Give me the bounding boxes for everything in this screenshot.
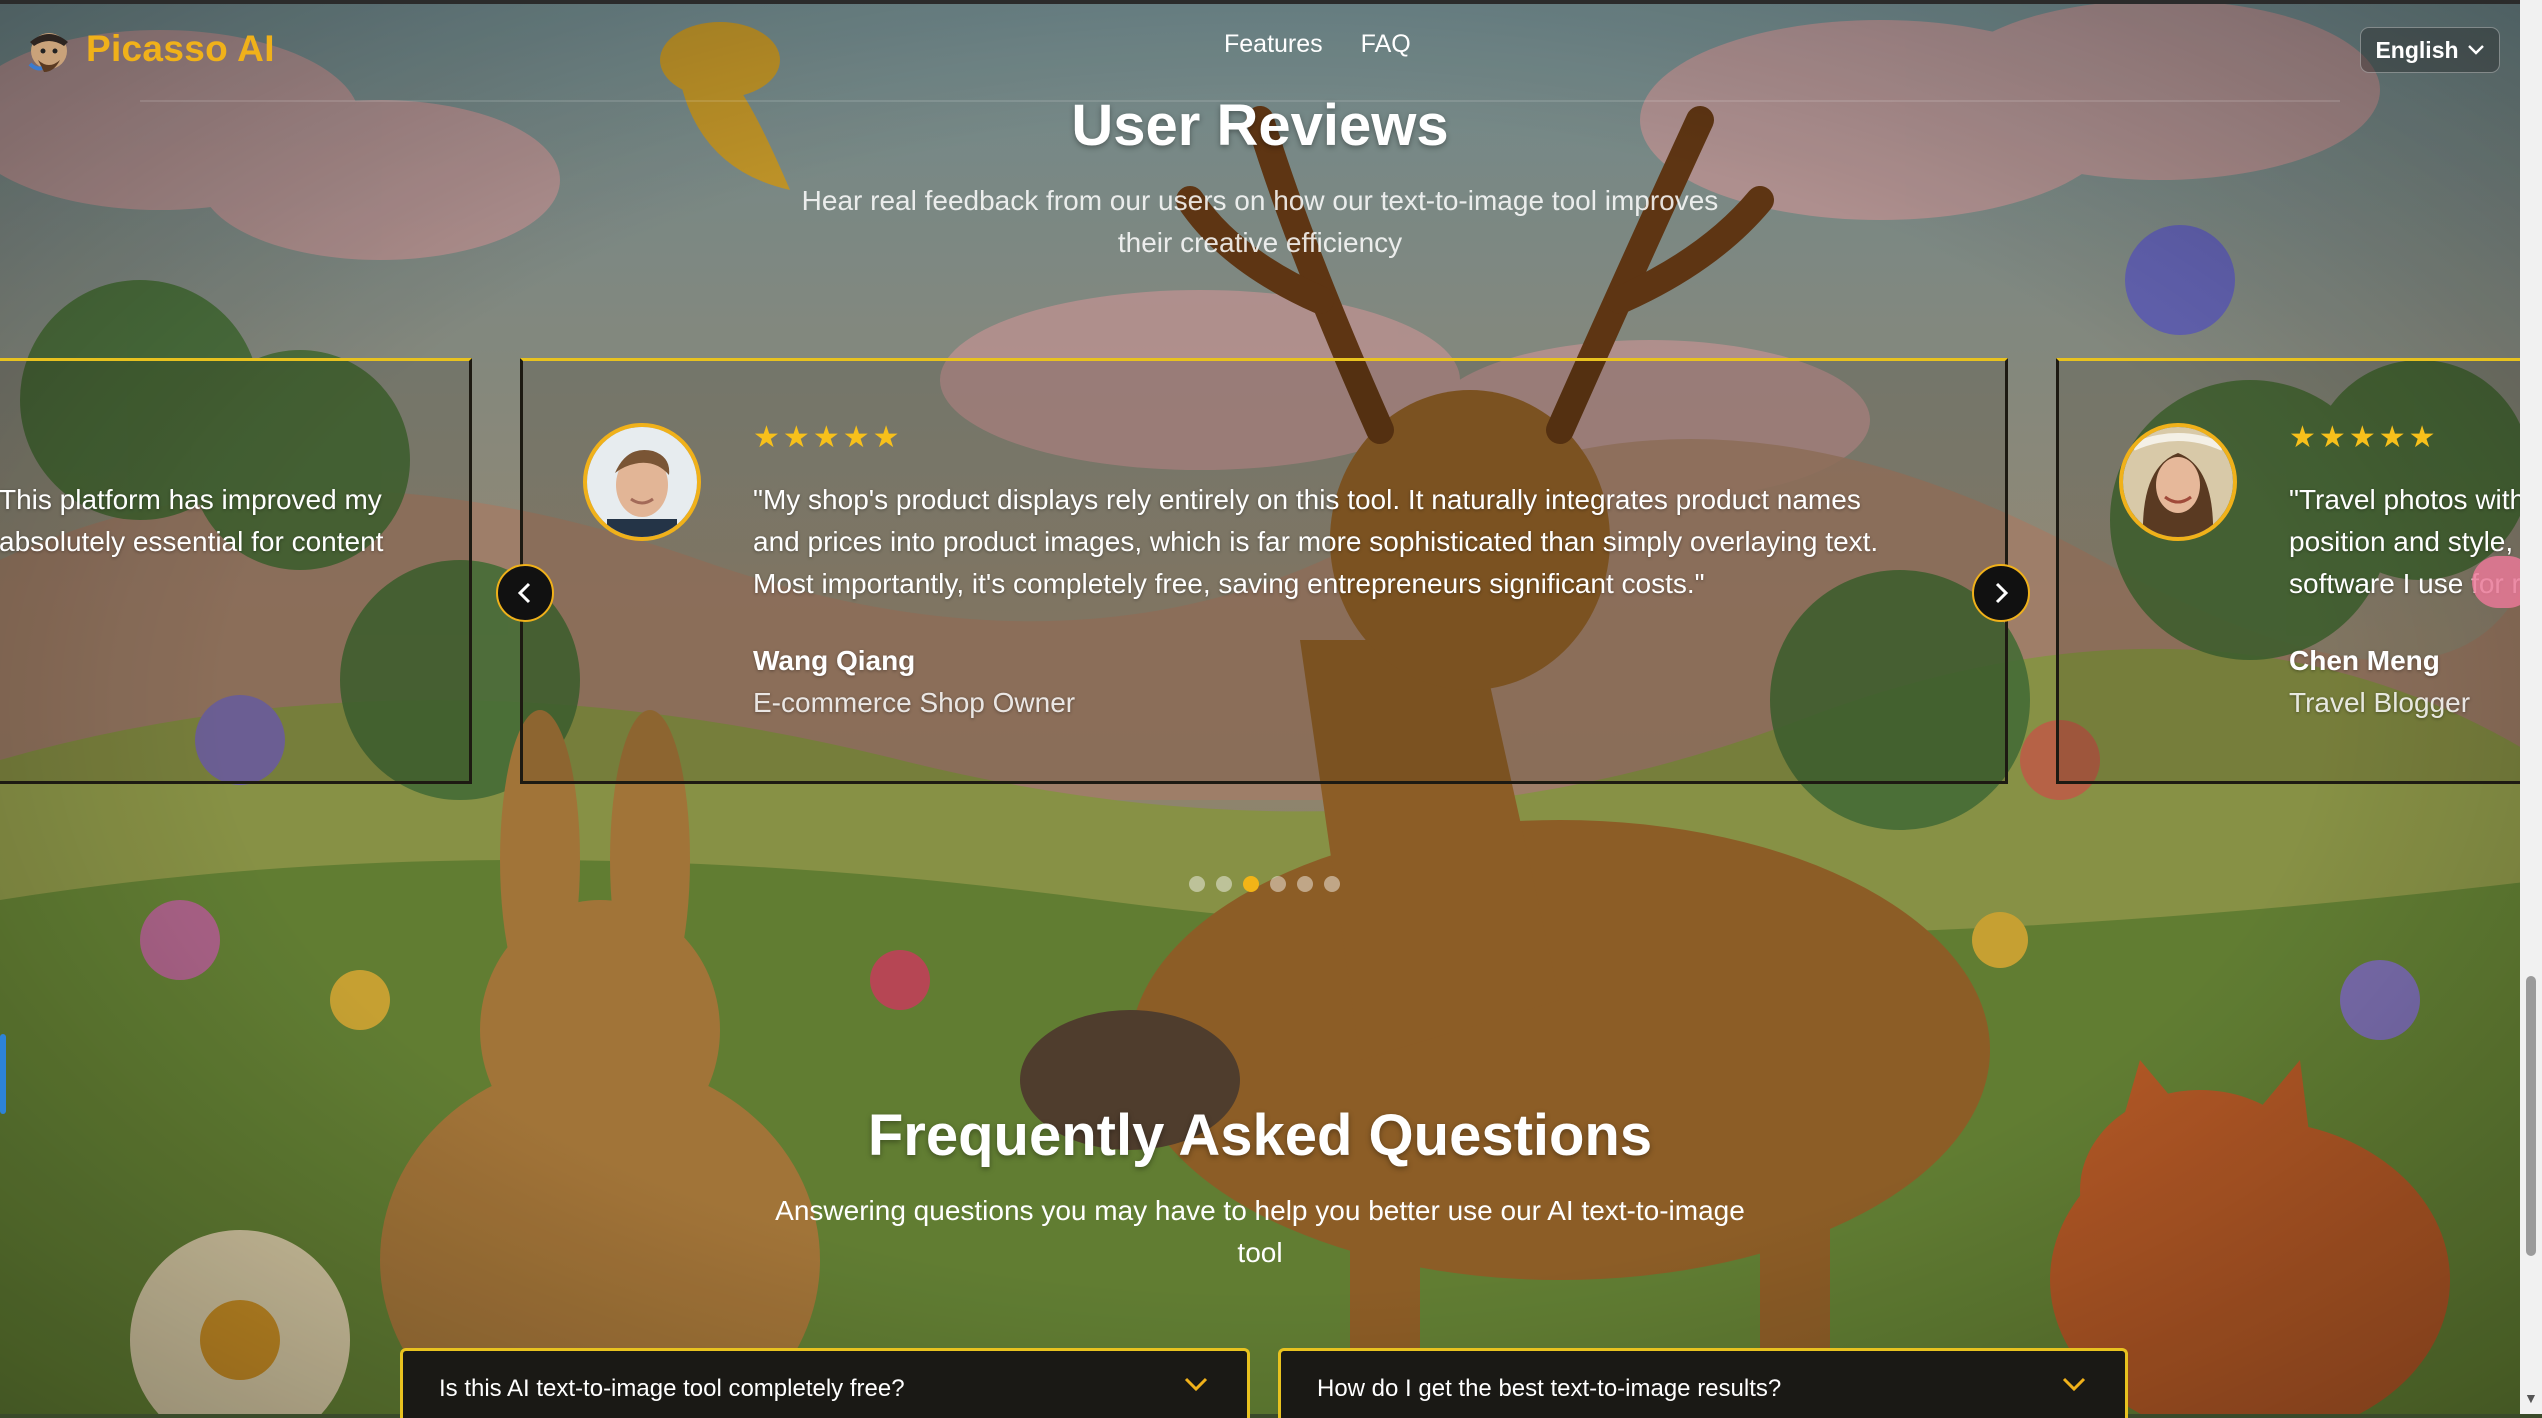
brand-name: Picasso AI <box>86 28 275 69</box>
review-quote-line-1: "Travel photos with <box>2289 484 2526 515</box>
review-author: Wang Qiang <box>753 645 916 676</box>
review-card-prev[interactable]: This platform has improved my absolutely… <box>0 358 472 784</box>
reviews-subtitle-line-1: Hear real feedback from our users on how… <box>801 185 1719 216</box>
faq-item-best-results[interactable]: How do I get the best text-to-image resu… <box>1278 1348 2128 1418</box>
pagination-dot[interactable] <box>1324 876 1340 892</box>
pagination-dot[interactable] <box>1297 876 1313 892</box>
reviews-title: User Reviews <box>1071 93 1449 158</box>
star-icon: ★ <box>842 421 870 454</box>
chevron-down-icon <box>1184 1377 1208 1392</box>
scroll-down-arrow-icon[interactable]: ▼ <box>2524 1390 2538 1406</box>
star-icon: ★ <box>2408 421 2436 454</box>
faq-question: How do I get the best text-to-image resu… <box>1317 1375 1782 1402</box>
pagination-dot[interactable] <box>1216 876 1232 892</box>
star-icon: ★ <box>753 421 780 454</box>
chevron-left-icon <box>517 582 531 604</box>
faq-item-free[interactable]: Is this AI text-to-image tool completely… <box>400 1348 1250 1418</box>
chevron-down-icon <box>2062 1377 2086 1392</box>
review-card-next[interactable]: ★ ★ ★ ★ ★ "Travel photos with position a… <box>2056 358 2542 784</box>
review-author: Chen Meng <box>2289 645 2440 676</box>
review-quote-line-2: and prices into product images, which is… <box>753 526 1879 557</box>
language-selector[interactable]: English <box>2360 27 2500 73</box>
top-navigation: Features FAQ <box>1224 30 1411 59</box>
chevron-down-icon <box>2467 45 2484 55</box>
pagination-dot[interactable] <box>1270 876 1286 892</box>
pagination-dot[interactable] <box>1189 876 1205 892</box>
reviewer-portrait <box>587 427 697 537</box>
star-icon: ★ <box>2318 421 2346 454</box>
review-quote-line: absolutely essential for content <box>0 526 384 557</box>
nav-link-features[interactable]: Features <box>1224 30 1323 59</box>
star-icon: ★ <box>2289 421 2316 454</box>
chevron-right-icon <box>1995 582 2009 604</box>
review-author-role: Travel Blogger <box>2289 687 2471 718</box>
star-icon: ★ <box>812 421 840 454</box>
reviews-subtitle: Hear real feedback from our users on how… <box>760 180 1760 264</box>
review-quote-line-1: "My shop's product displays rely entirel… <box>753 484 1861 515</box>
carousel-pagination <box>1189 876 1340 892</box>
avatar <box>583 423 701 541</box>
painter-avatar-icon <box>28 33 68 72</box>
avatar <box>2119 423 2237 541</box>
pagination-dot[interactable] <box>1243 876 1259 892</box>
review-rating: ★ ★ ★ ★ ★ <box>2289 423 2436 453</box>
site-header: Picasso AI Features FAQ English <box>0 0 2520 100</box>
faq-subtitle-line-2: tool <box>1237 1237 1283 1268</box>
review-quote-line-2: position and style, <box>2289 526 2514 557</box>
review-quote-line-3: Most importantly, it's completely free, … <box>753 568 1705 599</box>
faq-subtitle-line-1: Answering questions you may have to help… <box>775 1195 1745 1226</box>
nav-link-faq[interactable]: FAQ <box>1361 30 1411 59</box>
carousel-next-button[interactable] <box>1972 564 2030 622</box>
brand-logo-link[interactable]: Picasso AI <box>24 24 275 74</box>
review-quote-line: This platform has improved my <box>0 484 382 515</box>
faq-title: Frequently Asked Questions <box>867 1103 1653 1168</box>
scrollbar-thumb[interactable] <box>2526 976 2536 1256</box>
star-icon: ★ <box>782 421 810 454</box>
carousel-prev-button[interactable] <box>496 564 554 622</box>
review-rating: ★ ★ ★ ★ ★ <box>753 423 900 453</box>
side-panel-handle[interactable] <box>0 1034 6 1114</box>
star-icon: ★ <box>2378 421 2406 454</box>
review-card-active[interactable]: ★ ★ ★ ★ ★ "My shop's product displays re… <box>520 358 2008 784</box>
faq-question: Is this AI text-to-image tool completely… <box>439 1375 905 1402</box>
reviews-subtitle-line-2: their creative efficiency <box>1117 227 1403 258</box>
star-icon: ★ <box>2348 421 2376 454</box>
star-icon: ★ <box>872 421 900 454</box>
review-author-role: E-commerce Shop Owner <box>753 687 1076 718</box>
faq-subtitle: Answering questions you may have to help… <box>740 1190 1780 1274</box>
reviewer-portrait <box>2123 427 2233 537</box>
language-selected: English <box>2375 36 2459 63</box>
